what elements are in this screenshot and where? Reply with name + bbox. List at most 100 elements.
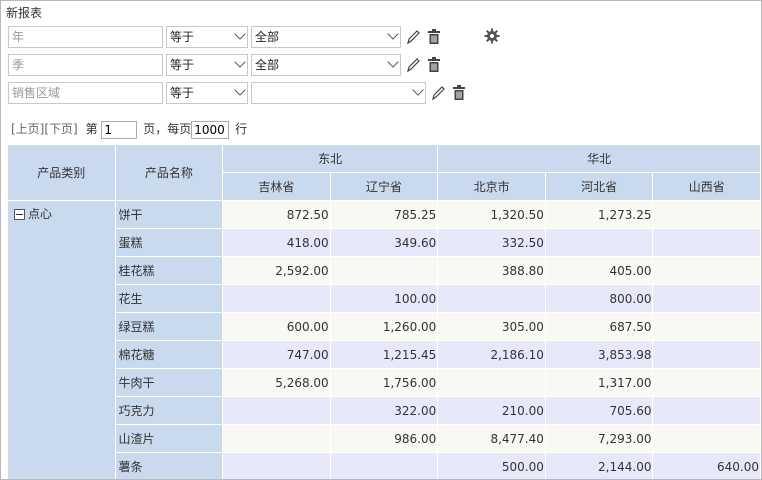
table-row: 花生 100.00 800.00 [8,284,761,313]
filter-value-select[interactable] [251,82,426,104]
page-suffix-label: 页，每页 [143,122,192,136]
value-cell [652,312,761,341]
gear-icon[interactable] [484,28,500,44]
report-frame: 新报表 年 等于 全部 季 等于 全部 销售区域 等于 [上页][下页] 第 1… [0,0,762,480]
filter-operator-select[interactable]: 等于 [166,54,248,76]
value-cell [652,200,761,229]
value-cell: 640.00 [652,452,761,479]
header-region-dongbei: 东北 [222,144,439,173]
table-row: 绿豆糕 600.00 1,260.00 305.00 687.50 [8,312,761,341]
value-cell: 305.00 [437,312,546,341]
header-province: 吉林省 [222,172,331,201]
table-row: 牛肉干 5,268.00 1,756.00 1,317.00 [8,368,761,397]
product-name-cell: 饼干 [114,200,224,229]
value-cell: 2,144.00 [544,452,654,479]
filter-name-field[interactable]: 销售区域 [8,82,163,104]
chevron-down-icon [387,28,399,40]
chevron-down-icon [412,84,424,96]
filter-name-field[interactable]: 季 [8,54,163,76]
value-cell [222,452,331,479]
chevron-down-icon [234,84,246,96]
collapse-icon[interactable] [14,209,25,220]
product-name-cell: 蛋糕 [114,228,224,257]
value-cell: 1,260.00 [329,312,439,341]
page-size-input[interactable] [191,120,230,139]
table-row: 巧克力 322.00 210.00 705.60 [8,396,761,425]
chevron-down-icon [234,28,246,40]
header-province: 山西省 [652,172,761,201]
trash-icon[interactable] [426,56,442,74]
value-cell: 405.00 [544,256,654,285]
operator-value: 等于 [170,86,195,100]
product-name-cell: 薯条 [114,452,224,479]
table-row: 薯条 500.00 2,144.00 640.00 [8,452,761,479]
header-province: 辽宁省 [329,172,439,201]
chevron-down-icon [387,56,399,68]
value-cell [652,424,761,453]
value-cell [652,340,761,369]
filter-operator-select[interactable]: 等于 [166,82,248,104]
table-row: 棉花糖 747.00 1,215.45 2,186.10 3,853.98 [8,340,761,369]
header-province: 河北省 [544,172,654,201]
value-cell: 3,853.98 [544,340,654,369]
value-cell: 332.50 [437,228,546,257]
value-cell [437,368,546,397]
header-region-huabei: 华北 [437,144,761,173]
filter-operator-select[interactable]: 等于 [166,26,248,48]
pivot-table: 产品类别 产品名称 东北 华北 吉林省 辽宁省 北京市 河北省 山西省 点心 饼干… [7,144,761,479]
product-name-cell: 棉花糖 [114,340,224,369]
value-cell: 210.00 [437,396,546,425]
trash-icon[interactable] [451,84,467,102]
value-cell [222,284,331,313]
pencil-icon[interactable] [405,56,421,74]
value-cell: 5,268.00 [222,368,331,397]
value-cell: 7,293.00 [544,424,654,453]
header-province: 北京市 [437,172,546,201]
filter-value: 全部 [255,30,280,44]
value-cell: 1,756.00 [329,368,439,397]
pager: [上页][下页] 第 页，每页 行 [11,120,247,139]
value-cell: 2,186.10 [437,340,546,369]
operator-value: 等于 [170,58,195,72]
value-cell: 1,317.00 [544,368,654,397]
filter-name-field[interactable]: 年 [8,26,163,48]
next-page-link[interactable]: [下页] [44,122,77,136]
value-cell [652,396,761,425]
value-cell: 600.00 [222,312,331,341]
value-cell: 1,273.25 [544,200,654,229]
prev-page-link[interactable]: [上页] [11,122,44,136]
table-row: 桂花糕 2,592.00 388.80 405.00 [8,256,761,285]
pencil-icon[interactable] [405,28,421,46]
value-cell: 418.00 [222,228,331,257]
product-name-cell: 山渣片 [114,424,224,453]
value-cell: 747.00 [222,340,331,369]
value-cell: 1,320.50 [437,200,546,229]
trash-icon[interactable] [426,28,442,46]
value-cell [652,284,761,313]
pencil-icon[interactable] [430,84,446,102]
value-cell: 986.00 [329,424,439,453]
value-cell [652,368,761,397]
value-cell: 687.50 [544,312,654,341]
value-cell: 785.25 [329,200,439,229]
value-cell: 500.00 [437,452,546,479]
value-cell [652,228,761,257]
value-cell: 349.60 [329,228,439,257]
chevron-down-icon [234,56,246,68]
filter-value-select[interactable]: 全部 [251,54,401,76]
page-number-input[interactable] [101,120,138,139]
filter-value: 全部 [255,58,280,72]
value-cell: 2,592.00 [222,256,331,285]
header-product: 产品名称 [114,144,224,201]
value-cell: 1,215.45 [329,340,439,369]
value-cell [329,452,439,479]
value-cell: 705.60 [544,396,654,425]
filter-value-select[interactable]: 全部 [251,26,401,48]
product-name-cell: 牛肉干 [114,368,224,397]
value-cell [222,424,331,453]
category-cell: 点心 [7,200,116,479]
page-prefix-label: 第 [85,122,98,136]
value-cell [329,256,439,285]
product-name-cell: 桂花糕 [114,256,224,285]
value-cell [652,256,761,285]
